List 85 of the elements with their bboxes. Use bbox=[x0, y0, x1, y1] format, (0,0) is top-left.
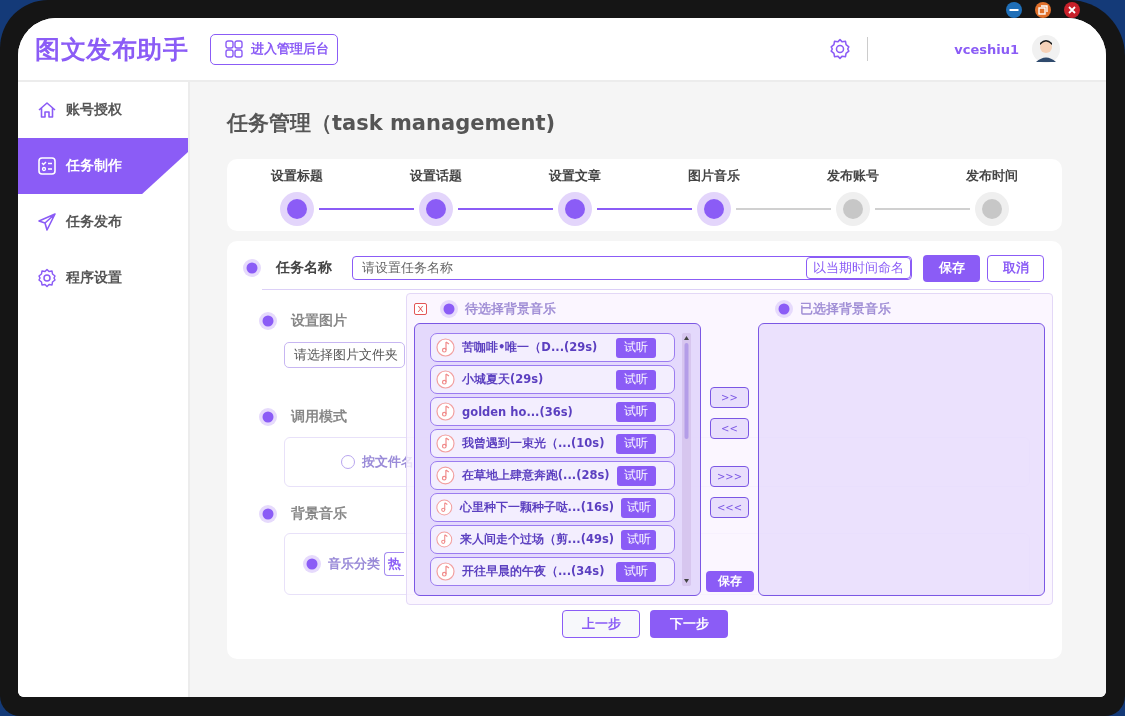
grid-icon bbox=[225, 40, 243, 58]
close-button[interactable]: X bbox=[414, 303, 427, 315]
save-button[interactable]: 保存 bbox=[705, 571, 754, 592]
selected-title: 已选择背景音乐 bbox=[800, 300, 891, 318]
minimize-icon[interactable] bbox=[1006, 2, 1022, 18]
field-label: 任务名称 bbox=[276, 259, 332, 277]
close-icon[interactable] bbox=[1064, 2, 1080, 18]
preview-button[interactable]: 试听 bbox=[616, 401, 656, 422]
music-note-icon bbox=[436, 338, 455, 357]
track-title: 开往早晨的午夜（...(34s) bbox=[462, 564, 606, 579]
sidebar-item[interactable]: 程序设置 bbox=[18, 250, 188, 306]
section-label: 背景音乐 bbox=[291, 505, 347, 523]
step-label: 发布时间 bbox=[965, 168, 1018, 185]
music-note-icon bbox=[436, 434, 455, 453]
step-label: 设置话题 bbox=[409, 168, 462, 185]
username: vceshiu1 bbox=[954, 41, 1019, 57]
time-name-button[interactable]: 以当期时间命名 bbox=[806, 257, 911, 279]
admin-button[interactable]: 进入管理后台 bbox=[210, 33, 338, 65]
cancel-button[interactable]: 取消 bbox=[987, 254, 1044, 282]
radio-icon bbox=[258, 504, 278, 524]
step-label: 设置文章 bbox=[548, 168, 601, 185]
radio-icon bbox=[242, 258, 262, 278]
task-name-field[interactable]: 请设置任务名称 以当期时间命名 bbox=[352, 256, 912, 280]
paper-plane-icon bbox=[37, 212, 57, 232]
track-title: 苦咖啡•唯一（D...(29s) bbox=[462, 340, 599, 355]
track-title: 我曾遇到一束光（...(10s) bbox=[462, 436, 606, 451]
previous-button[interactable]: 上一步 bbox=[562, 610, 640, 638]
track-item[interactable]: 来人间走个过场（剪...(49s) 试听 bbox=[430, 525, 675, 554]
home-icon bbox=[37, 100, 57, 120]
music-note-icon bbox=[436, 530, 453, 549]
checklist-icon bbox=[37, 156, 57, 176]
preview-button[interactable]: 试听 bbox=[621, 529, 656, 550]
track-item[interactable]: 在草地上肆意奔跑(...(28s) 试听 bbox=[430, 461, 675, 490]
section-label: 调用模式 bbox=[291, 408, 347, 426]
preview-button[interactable]: 试听 bbox=[621, 497, 656, 518]
track-title: 心里种下一颗种子哒...(16s) bbox=[459, 500, 615, 515]
step-label: 设置标题 bbox=[270, 168, 323, 185]
track-title: 在草地上肆意奔跑(...(28s) bbox=[461, 468, 610, 483]
move-button[interactable]: << bbox=[710, 418, 749, 439]
next-button[interactable]: 下一步 bbox=[650, 610, 728, 638]
music-note-icon bbox=[436, 370, 455, 389]
track-item[interactable]: 小城夏天(29s) 试听 bbox=[430, 365, 675, 394]
preview-button[interactable]: 试听 bbox=[616, 433, 656, 454]
radio-icon bbox=[439, 299, 459, 319]
preview-button[interactable]: 试听 bbox=[616, 337, 656, 358]
track-title: 小城夏天(29s) bbox=[462, 372, 545, 387]
move-button[interactable]: <<< bbox=[710, 497, 749, 518]
settings-icon bbox=[37, 268, 57, 288]
radio-icon bbox=[258, 407, 278, 427]
music-note-icon bbox=[436, 466, 455, 485]
radio-icon bbox=[302, 554, 322, 574]
track-item[interactable]: 我曾遇到一束光（...(10s) 试听 bbox=[430, 429, 675, 458]
folder-field[interactable]: 请选择图片文件夹 bbox=[284, 342, 405, 368]
sidebar-item[interactable]: 任务制作 bbox=[18, 138, 188, 194]
move-button[interactable]: >>> bbox=[710, 466, 749, 487]
available-title: 待选择背景音乐 bbox=[465, 300, 556, 318]
step-label: 发布账号 bbox=[826, 168, 879, 185]
scrollbar[interactable] bbox=[682, 333, 691, 586]
preview-button[interactable]: 试听 bbox=[616, 561, 656, 582]
track-title: golden ho...(36s) bbox=[462, 404, 574, 419]
settings-icon[interactable] bbox=[829, 38, 852, 60]
track-item[interactable]: 苦咖啡•唯一（D...(29s) 试听 bbox=[430, 333, 675, 362]
sidebar-item[interactable]: 任务发布 bbox=[18, 194, 188, 250]
music-note-icon bbox=[436, 402, 455, 421]
app-title: 图文发布助手 bbox=[35, 33, 188, 66]
avatar-icon[interactable] bbox=[1032, 35, 1060, 63]
radio-icon bbox=[258, 311, 278, 331]
preview-button[interactable]: 试听 bbox=[616, 369, 656, 390]
sidebar-item[interactable]: 账号授权 bbox=[18, 82, 188, 138]
track-item[interactable]: 心里种下一颗种子哒...(16s) 试听 bbox=[430, 493, 675, 522]
track-title: 来人间走个过场（剪...(49s) bbox=[459, 532, 615, 547]
preview-button[interactable]: 试听 bbox=[616, 465, 656, 486]
step-label: 图片音乐 bbox=[687, 168, 740, 185]
music-note-icon bbox=[436, 562, 455, 581]
track-item[interactable]: 开往早晨的午夜（...(34s) 试听 bbox=[430, 557, 675, 586]
music-note-icon bbox=[436, 498, 453, 517]
page-title: 任务管理（task management) bbox=[227, 110, 557, 137]
track-item[interactable]: golden ho...(36s) 试听 bbox=[430, 397, 675, 426]
category-label: 音乐分类 bbox=[328, 555, 380, 573]
restore-icon[interactable] bbox=[1035, 2, 1051, 18]
category-dropdown[interactable]: 热 bbox=[384, 552, 404, 576]
move-button[interactable]: >> bbox=[710, 387, 749, 408]
radio-icon bbox=[774, 299, 794, 319]
save-button[interactable]: 保存 bbox=[923, 254, 980, 282]
section-label: 设置图片 bbox=[291, 312, 347, 330]
